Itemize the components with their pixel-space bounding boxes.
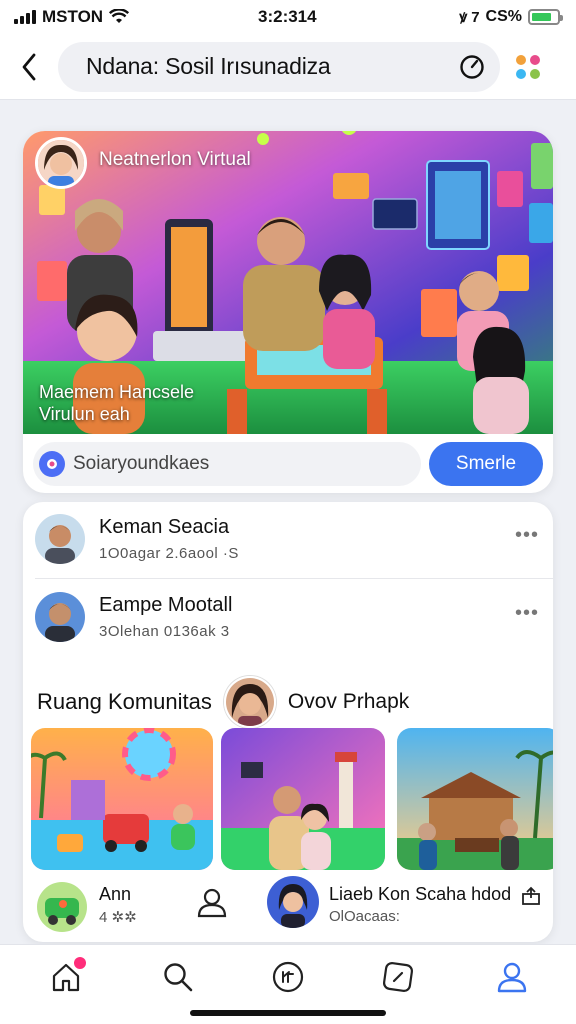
community-header: Ruang Komunitas Ovov Prhapk (37, 674, 409, 730)
community-avatar[interactable] (223, 676, 276, 728)
search-input[interactable] (73, 453, 393, 475)
member-meta: OlOacaas: (329, 908, 400, 925)
avatar-image (38, 140, 84, 186)
nav-explore[interactable] (374, 957, 422, 997)
post-author[interactable]: Eampe Mootall (99, 594, 232, 617)
avatar[interactable] (35, 514, 85, 564)
hero-avatar[interactable] (35, 137, 87, 189)
nav-profile[interactable] (488, 957, 536, 997)
post-row[interactable]: Keman Seacia 1O0agar 2.6aool ·S ••• (23, 502, 553, 576)
post-text: Eampe Mootall 3Olehan 0136ak 3 (99, 594, 232, 640)
status-bar: MSTON 3:2:314 ꝟ 7 CS% (0, 0, 576, 34)
notification-dot (74, 957, 86, 969)
status-left: MSTON (14, 7, 130, 27)
avatar[interactable] (37, 882, 87, 932)
post-meta: 1O0agar 2.6aool ·S (99, 545, 239, 562)
hero-caption-line1: Maemem Hancsele (39, 382, 195, 402)
more-options-icon[interactable]: ••• (515, 524, 539, 547)
apps-dots-icon[interactable] (516, 54, 540, 79)
post-text: Keman Seacia 1O0agar 2.6aool ·S (99, 516, 239, 562)
reels-icon (272, 961, 304, 993)
community-gallery (31, 728, 553, 870)
search-button[interactable]: Smerle (429, 442, 543, 486)
member-name[interactable]: Ann (99, 884, 131, 905)
member-name[interactable]: Liaeb Kon Scaha hdod (329, 884, 511, 905)
nav-search[interactable] (154, 957, 202, 997)
section-title: Ruang Komunitas (37, 689, 212, 714)
search-field[interactable] (33, 442, 421, 486)
hero-caption: Maemem Hancsele Virulun eah (39, 381, 194, 425)
wifi-icon (109, 9, 130, 23)
hero-search-row: Smerle (33, 442, 543, 486)
friends-icon[interactable] (195, 886, 229, 920)
battery-icon (528, 9, 563, 25)
post-meta: 3Olehan 0136ak 3 (99, 623, 230, 640)
page-title: Ndana: Sosil Irısunadiza (86, 53, 331, 79)
search-icon (164, 963, 193, 992)
feed-card: Keman Seacia 1O0agar 2.6aool ·S ••• Eamp… (23, 502, 553, 942)
post-author[interactable]: Keman Seacia (99, 516, 239, 539)
hero-card[interactable]: Neatnerlon Virtual Maemem Hancsele Virul… (23, 131, 553, 493)
status-right: ꝟ 7 CS% (459, 7, 563, 27)
member-meta: 4 ✲✲ (99, 909, 137, 926)
status-indicators: ꝟ 7 (459, 9, 480, 26)
app-header: Ndana: Sosil Irısunadiza (0, 34, 576, 100)
hero-title: Neatnerlon Virtual (99, 149, 251, 170)
explore-icon (382, 961, 414, 993)
nav-home[interactable] (42, 957, 90, 997)
signal-icon (14, 10, 36, 24)
hero-caption-line2: Virulun eah (39, 404, 130, 424)
divider (35, 578, 553, 579)
gallery-thumb[interactable] (397, 728, 553, 870)
status-time: 3:2:314 (258, 7, 317, 26)
avatar[interactable] (35, 592, 85, 642)
profile-icon (497, 962, 527, 993)
refresh-icon[interactable] (458, 53, 486, 81)
search-logo-icon (39, 451, 65, 477)
community-subtitle[interactable]: Ovov Prhapk (288, 690, 409, 714)
more-options-icon[interactable]: ••• (515, 602, 539, 625)
home-indicator[interactable] (190, 1010, 386, 1016)
post-row[interactable]: Eampe Mootall 3Olehan 0136ak 3 ••• (23, 580, 553, 654)
title-pill[interactable]: Ndana: Sosil Irısunadiza (58, 41, 500, 92)
nav-reels[interactable] (264, 957, 312, 997)
community-members: Ann 4 ✲✲ Liaeb Kon Scaha hdod OlOacaas: (23, 876, 553, 936)
avatar[interactable] (267, 876, 319, 928)
back-button[interactable] (14, 47, 44, 87)
hero-image[interactable]: Neatnerlon Virtual Maemem Hancsele Virul… (23, 131, 553, 434)
gallery-thumb[interactable] (221, 728, 385, 870)
share-icon[interactable] (521, 886, 541, 906)
chevron-left-icon (22, 53, 36, 80)
gallery-thumb[interactable] (31, 728, 213, 870)
battery-percent: CS% (485, 8, 522, 25)
carrier-label: MSTON (42, 7, 104, 26)
